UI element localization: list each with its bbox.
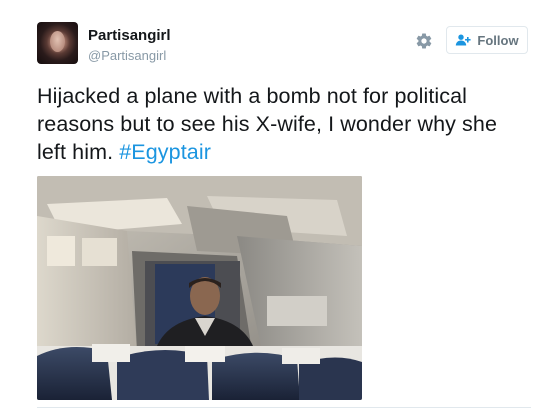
follow-label: Follow xyxy=(477,32,519,48)
tweet-photo[interactable] xyxy=(37,176,362,400)
hashtag-link[interactable]: #Egyptair xyxy=(119,140,211,164)
display-name[interactable]: Partisangirl xyxy=(88,27,171,45)
avatar[interactable] xyxy=(37,22,78,64)
divider xyxy=(37,407,531,408)
airplane-cabin-photo xyxy=(37,176,362,400)
tweet-text: Hijacked a plane with a bomb not for pol… xyxy=(37,82,532,166)
add-person-icon xyxy=(456,34,471,46)
tweet-body: Hijacked a plane with a bomb not for pol… xyxy=(37,84,498,164)
follow-button[interactable]: Follow xyxy=(446,26,528,54)
tweet-card: Partisangirl @Partisangirl Follow Hijack… xyxy=(0,0,550,415)
user-handle[interactable]: @Partisangirl xyxy=(88,48,166,64)
gear-icon[interactable] xyxy=(415,32,433,50)
avatar-face xyxy=(50,31,65,52)
